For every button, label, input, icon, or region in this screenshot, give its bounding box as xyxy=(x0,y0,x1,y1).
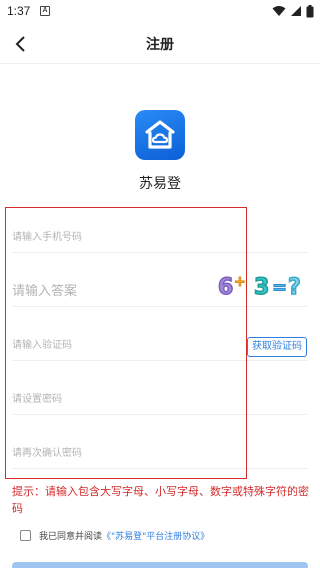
wifi-icon xyxy=(272,6,286,16)
page-title: 注册 xyxy=(146,37,174,53)
battery-icon xyxy=(306,4,314,17)
agreement-row: 我已同意并阅读 《"苏易登"平台注册协议》 xyxy=(20,529,209,542)
app-logo xyxy=(135,110,185,160)
captcha-answer-input[interactable] xyxy=(12,276,242,306)
home-cloud-icon xyxy=(145,120,175,149)
register-button[interactable] xyxy=(12,562,308,568)
app-name: 苏易登 xyxy=(139,176,181,192)
captcha-equals: = xyxy=(272,277,287,298)
nav-bar: 注册 xyxy=(0,24,320,64)
password-hint: 提示：请输入包含大写字母、小写字母、数字或特殊字符的密码 xyxy=(12,485,309,515)
status-icons xyxy=(272,4,314,18)
captcha-image[interactable]: 6 + 3 = ? xyxy=(216,272,308,299)
password-field xyxy=(12,384,308,415)
signal-icon xyxy=(291,6,301,16)
agreement-checkbox[interactable] xyxy=(20,530,31,541)
captcha-digit-2: 3 xyxy=(254,275,269,298)
captcha-question: ? xyxy=(288,275,301,298)
captcha-operator: + xyxy=(234,274,246,290)
get-code-button[interactable]: 获取验证码 xyxy=(247,337,307,357)
phone-field xyxy=(12,222,308,253)
phone-input[interactable] xyxy=(12,222,242,252)
confirm-password-field xyxy=(12,438,308,469)
verification-code-input[interactable] xyxy=(12,330,242,360)
captcha-digit-1: 6 xyxy=(218,275,233,298)
agreement-link[interactable]: 《"苏易登"平台注册协议》 xyxy=(102,529,209,542)
status-time: 1:37 xyxy=(7,4,31,18)
confirm-password-input[interactable] xyxy=(12,438,242,468)
password-input[interactable] xyxy=(12,384,242,414)
status-bar: 1:37 A xyxy=(0,0,320,24)
agreement-text: 我已同意并阅读 xyxy=(39,532,103,542)
notification-badge-icon: A xyxy=(40,6,50,16)
